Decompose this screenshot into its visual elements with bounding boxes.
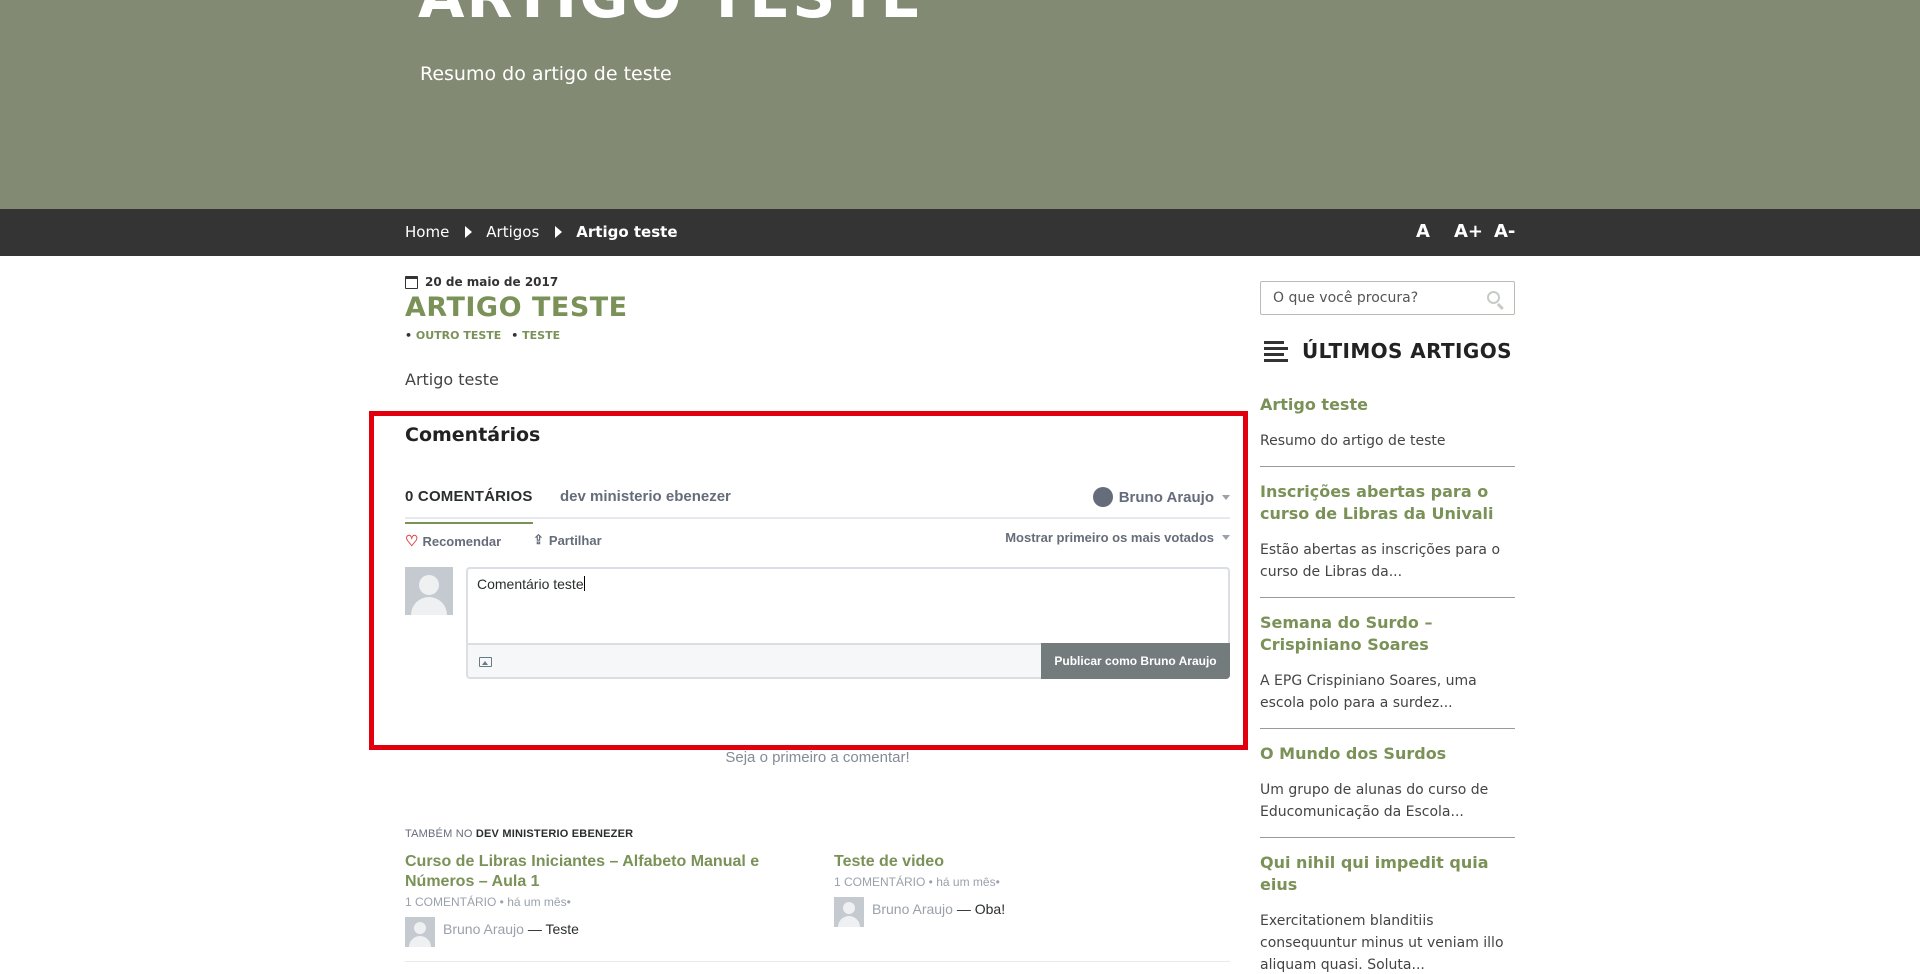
recommendation-title[interactable]: Teste de video — [834, 852, 1230, 872]
search-input[interactable]: O que você procura? — [1260, 281, 1515, 315]
also-on-heading: TAMBÉM NO DEV MINISTERIO EBENEZER — [405, 828, 633, 840]
hero-banner: ARTIGO TESTE Resumo do artigo de teste — [0, 0, 1920, 209]
comment-snippet: — Teste — [527, 921, 579, 937]
recommendation-author: Bruno Araujo — Oba! — [834, 897, 1230, 927]
widget-title: ÚLTIMOS ARTIGOS — [1302, 339, 1512, 363]
article-excerpt: Resumo do artigo de teste — [1260, 433, 1446, 449]
breadcrumb-current: Artigo teste — [576, 223, 678, 241]
article-title[interactable]: Semana do Surdo – Crispiniano Soares — [1260, 612, 1515, 656]
breadcrumb-home[interactable]: Home — [405, 223, 449, 241]
also-on-site[interactable]: DEV MINISTERIO EBENEZER — [476, 828, 633, 840]
post-date-text: 20 de maio de 2017 — [425, 275, 559, 289]
list-item: Semana do Surdo – Crispiniano Soares A E… — [1260, 612, 1515, 729]
chevron-right-icon — [465, 226, 473, 238]
breadcrumb-section[interactable]: Artigos — [486, 223, 539, 241]
latest-articles-heading: ÚLTIMOS ARTIGOS — [1264, 339, 1512, 363]
font-size-increase-button[interactable]: A+ — [1454, 221, 1483, 242]
avatar — [834, 897, 864, 927]
post-title: ARTIGO TESTE — [405, 292, 628, 323]
hero-title: ARTIGO TESTE — [418, 0, 923, 32]
font-size-normal-button[interactable]: A — [1416, 221, 1430, 242]
list-item: Artigo teste Resumo do artigo de teste — [1260, 394, 1515, 467]
chevron-right-icon — [555, 226, 563, 238]
recommendation-card[interactable]: Teste de video 1 COMENTÁRIO • há um mês•… — [834, 852, 1230, 927]
list-icon — [1264, 340, 1288, 362]
post-tags: OUTRO TESTE TESTE — [405, 329, 560, 342]
list-item: O Mundo dos Surdos Um grupo de alunas do… — [1260, 743, 1515, 838]
article-excerpt: A EPG Crispiniano Soares, uma escola pol… — [1260, 673, 1477, 711]
breadcrumb: Home Artigos Artigo teste — [405, 223, 678, 241]
calendar-icon — [405, 275, 418, 289]
recommendation-meta: 1 COMENTÁRIO • há um mês• — [405, 895, 571, 909]
font-size-decrease-button[interactable]: A- — [1494, 221, 1515, 242]
tag-link[interactable]: TESTE — [511, 329, 560, 342]
article-title[interactable]: O Mundo dos Surdos — [1260, 743, 1515, 765]
article-excerpt: Estão abertas as inscrições para o curso… — [1260, 542, 1501, 580]
author-name: Bruno Araujo — [443, 921, 524, 937]
article-excerpt: Exercitationem blanditiis consequuntur m… — [1260, 913, 1504, 973]
recommendation-card[interactable]: Curso de Libras Iniciantes – Alfabeto Ma… — [405, 852, 805, 947]
author-name: Bruno Araujo — [872, 901, 953, 917]
post-date: 20 de maio de 2017 — [405, 275, 558, 289]
recommendation-author: Bruno Araujo — Teste — [405, 917, 805, 947]
breadcrumb-bar: Home Artigos Artigo teste — [0, 209, 1920, 256]
empty-comments-message: Seja o primeiro a comentar! — [725, 749, 910, 766]
search-icon[interactable] — [1487, 291, 1500, 304]
recommendation-meta: 1 COMENTÁRIO • há um mês• — [834, 875, 1000, 889]
post-body: Artigo teste — [405, 370, 499, 389]
article-title[interactable]: Artigo teste — [1260, 394, 1515, 416]
article-excerpt: Um grupo de alunas do curso de Educomuni… — [1260, 782, 1489, 820]
list-item: Qui nihil qui impedit quia eius Exercita… — [1260, 852, 1515, 974]
article-title[interactable]: Inscrições abertas para o curso de Libra… — [1260, 481, 1515, 525]
also-on-prefix: TAMBÉM NO — [405, 828, 473, 840]
divider — [405, 961, 1230, 962]
article-title[interactable]: Qui nihil qui impedit quia eius — [1260, 852, 1515, 896]
tag-link[interactable]: OUTRO TESTE — [405, 329, 501, 342]
search-placeholder: O que você procura? — [1273, 290, 1419, 306]
comment-snippet: — Oba! — [956, 901, 1006, 917]
list-item: Inscrições abertas para o curso de Libra… — [1260, 481, 1515, 598]
highlight-frame — [369, 411, 1248, 750]
recommendation-title[interactable]: Curso de Libras Iniciantes – Alfabeto Ma… — [405, 852, 805, 892]
hero-subtitle: Resumo do artigo de teste — [420, 63, 672, 85]
latest-articles-list: Artigo teste Resumo do artigo de teste I… — [1260, 394, 1515, 974]
avatar — [405, 917, 435, 947]
